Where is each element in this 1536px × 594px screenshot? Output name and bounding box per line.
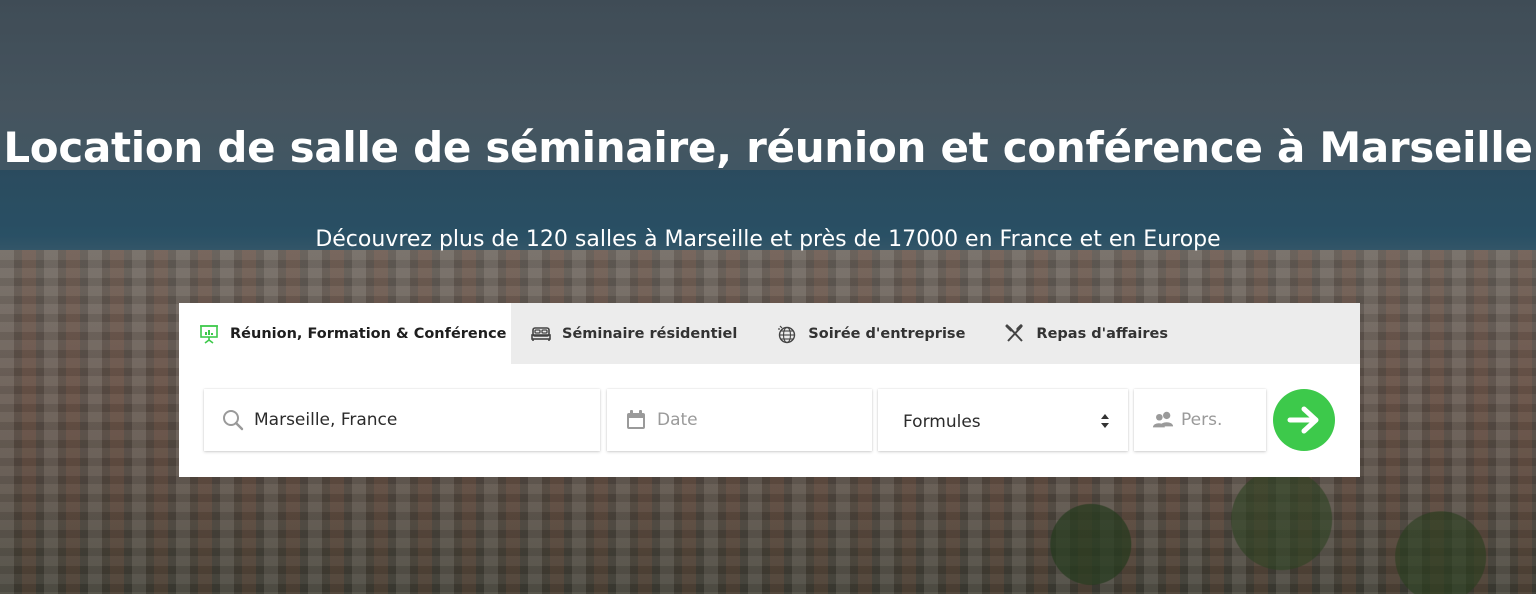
tab-repas[interactable]: Repas d'affaires xyxy=(985,303,1188,364)
formules-select[interactable]: Formules xyxy=(878,389,1128,451)
hero-overlay xyxy=(0,0,1536,594)
tab-soiree-label: Soirée d'entreprise xyxy=(808,325,966,342)
search-submit-button[interactable] xyxy=(1273,389,1335,451)
presentation-icon xyxy=(199,324,219,344)
search-icon xyxy=(222,409,244,431)
search-panel: Réunion, Formation & Conférence Séminair… xyxy=(179,303,1360,477)
users-icon xyxy=(1152,409,1174,431)
disco-ball-icon xyxy=(777,324,797,344)
search-form: Marseille, France Date Formules Pers. xyxy=(179,364,1360,477)
select-arrows-icon xyxy=(1100,413,1110,429)
location-input[interactable]: Marseille, France xyxy=(204,389,600,451)
date-placeholder: Date xyxy=(657,410,698,430)
page-title: Location de salle de séminaire, réunion … xyxy=(3,123,1533,172)
bed-icon xyxy=(531,324,551,344)
tab-seminaire[interactable]: Séminaire résidentiel xyxy=(511,303,757,364)
tab-reunion-label: Réunion, Formation & Conférence xyxy=(230,325,507,342)
persons-input[interactable]: Pers. xyxy=(1134,389,1266,451)
tab-soiree[interactable]: Soirée d'entreprise xyxy=(757,303,985,364)
tab-repas-label: Repas d'affaires xyxy=(1036,325,1168,342)
tab-reunion[interactable]: Réunion, Formation & Conférence xyxy=(179,303,511,364)
calendar-icon xyxy=(625,409,647,431)
date-input[interactable]: Date xyxy=(607,389,872,451)
tab-seminaire-label: Séminaire résidentiel xyxy=(562,325,738,342)
hero-background xyxy=(0,0,1536,594)
persons-placeholder: Pers. xyxy=(1181,410,1223,430)
location-value: Marseille, France xyxy=(254,410,398,430)
page-subtitle: Découvrez plus de 120 salles à Marseille… xyxy=(315,227,1221,252)
utensils-icon xyxy=(1005,323,1025,344)
tab-bar: Réunion, Formation & Conférence Séminair… xyxy=(179,303,1360,364)
arrow-right-icon xyxy=(1286,405,1322,435)
formules-selected: Formules xyxy=(903,412,981,432)
